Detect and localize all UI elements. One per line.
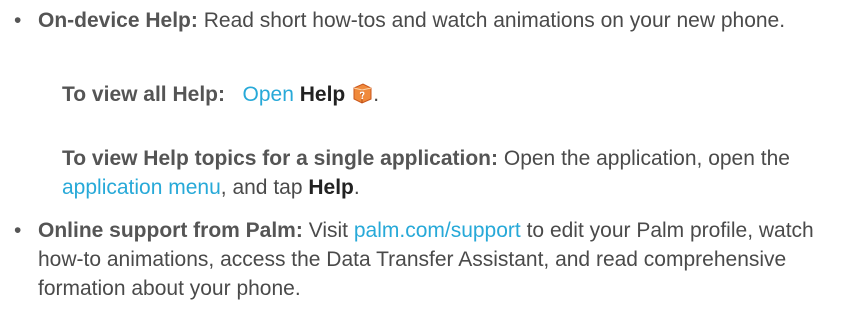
view-topics-label: To view Help topics for a single applica… xyxy=(62,147,499,170)
open-help-link[interactable]: Open xyxy=(243,83,294,106)
on-device-help-label: On-device Help: xyxy=(38,9,198,32)
help-book-icon[interactable] xyxy=(351,82,373,104)
bullet-online-support: • Online support from Palm: Visit palm.c… xyxy=(14,216,840,303)
application-menu-link[interactable]: application menu xyxy=(62,176,221,199)
help-target: Help xyxy=(299,83,346,106)
palm-support-link[interactable]: palm.com/support xyxy=(354,219,521,242)
bullet-marker-2: • xyxy=(14,219,22,242)
online-support-text-before: Visit xyxy=(308,219,348,242)
period-2: . xyxy=(353,176,360,199)
view-topics-text-3: , and tap xyxy=(220,176,303,199)
period: . xyxy=(373,83,380,106)
view-topics-text-1: Open the application, xyxy=(503,147,703,170)
online-support-label: Online support from Palm: xyxy=(38,219,303,242)
view-all-help-label: To view all Help: xyxy=(62,83,225,106)
help-target-2: Help xyxy=(308,176,354,199)
view-all-help-paragraph: To view all Help: Open Help . xyxy=(62,80,832,109)
on-device-help-text: Read short how-tos and watch animations … xyxy=(203,9,786,32)
help-document: • On-device Help: Read short how-tos and… xyxy=(0,0,850,329)
bullet-on-device-help: • On-device Help: Read short how-tos and… xyxy=(14,6,840,35)
bullet-marker: • xyxy=(14,9,22,32)
view-topics-text-2: open the xyxy=(708,147,790,170)
view-topics-paragraph: To view Help topics for a single applica… xyxy=(62,144,832,202)
